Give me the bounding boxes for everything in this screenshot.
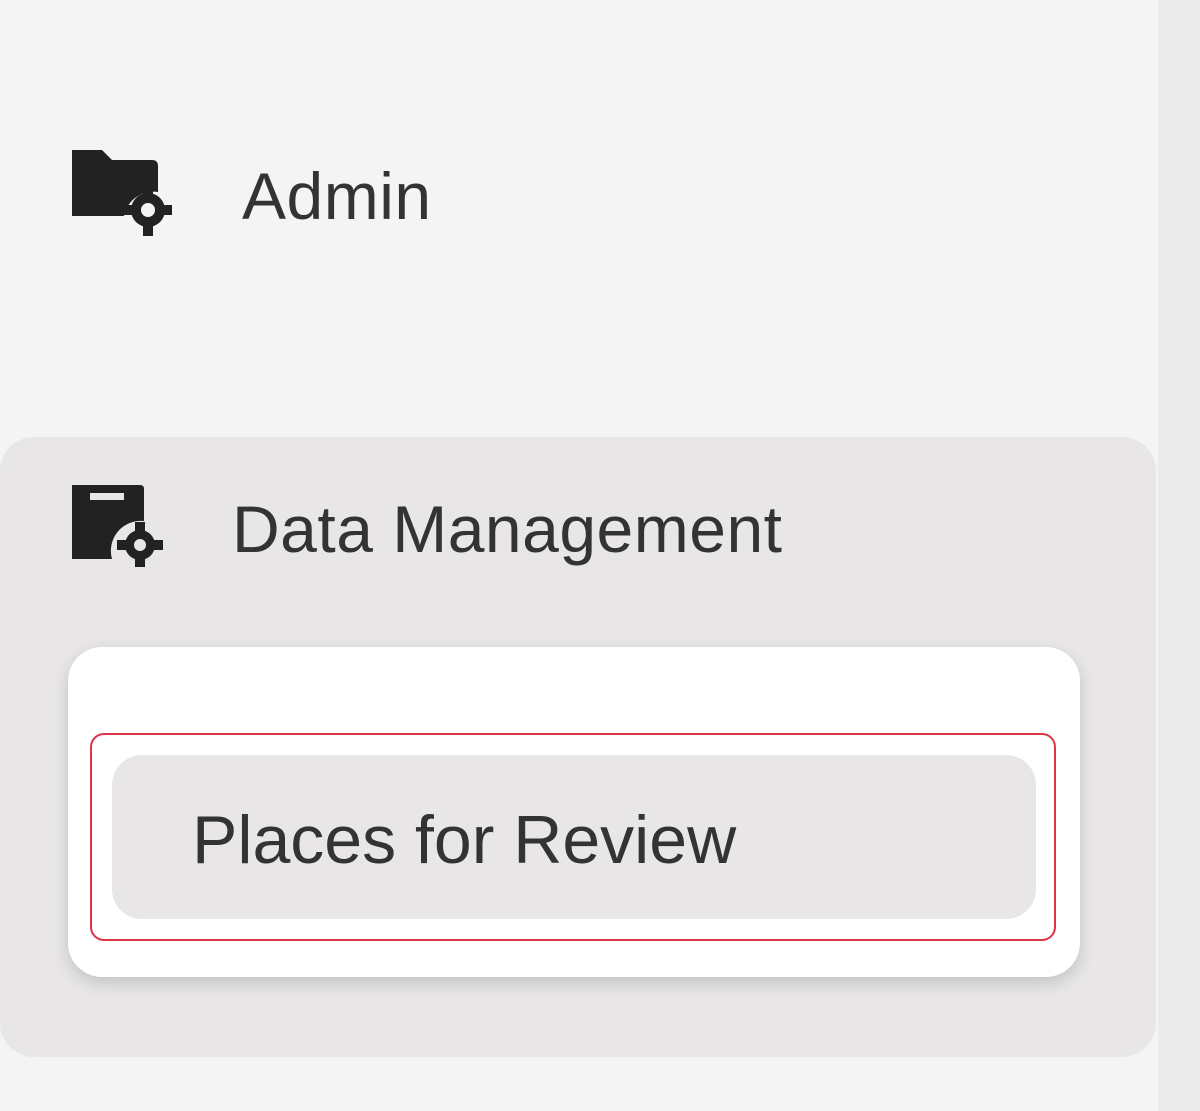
sidebar-item-label: Admin [242,159,432,233]
sidebar-item-admin[interactable]: Admin [0,120,1158,270]
submenu-item-label: Places for Review [192,802,737,878]
file-gear-icon [72,485,163,567]
folder-gear-icon [72,150,172,236]
sidebar: Admin Data Management Places for Review [0,0,1158,1111]
content-edge [1158,0,1200,1111]
sidebar-item-label: Data Management [232,492,783,566]
submenu-item-places-for-review[interactable]: Places for Review [112,755,1036,919]
data-management-group: Data Management Places for Review [0,437,1156,1057]
sidebar-item-data-management[interactable]: Data Management [0,437,1156,627]
data-management-submenu: Places for Review [68,647,1080,977]
highlight-outline: Places for Review [90,733,1056,941]
